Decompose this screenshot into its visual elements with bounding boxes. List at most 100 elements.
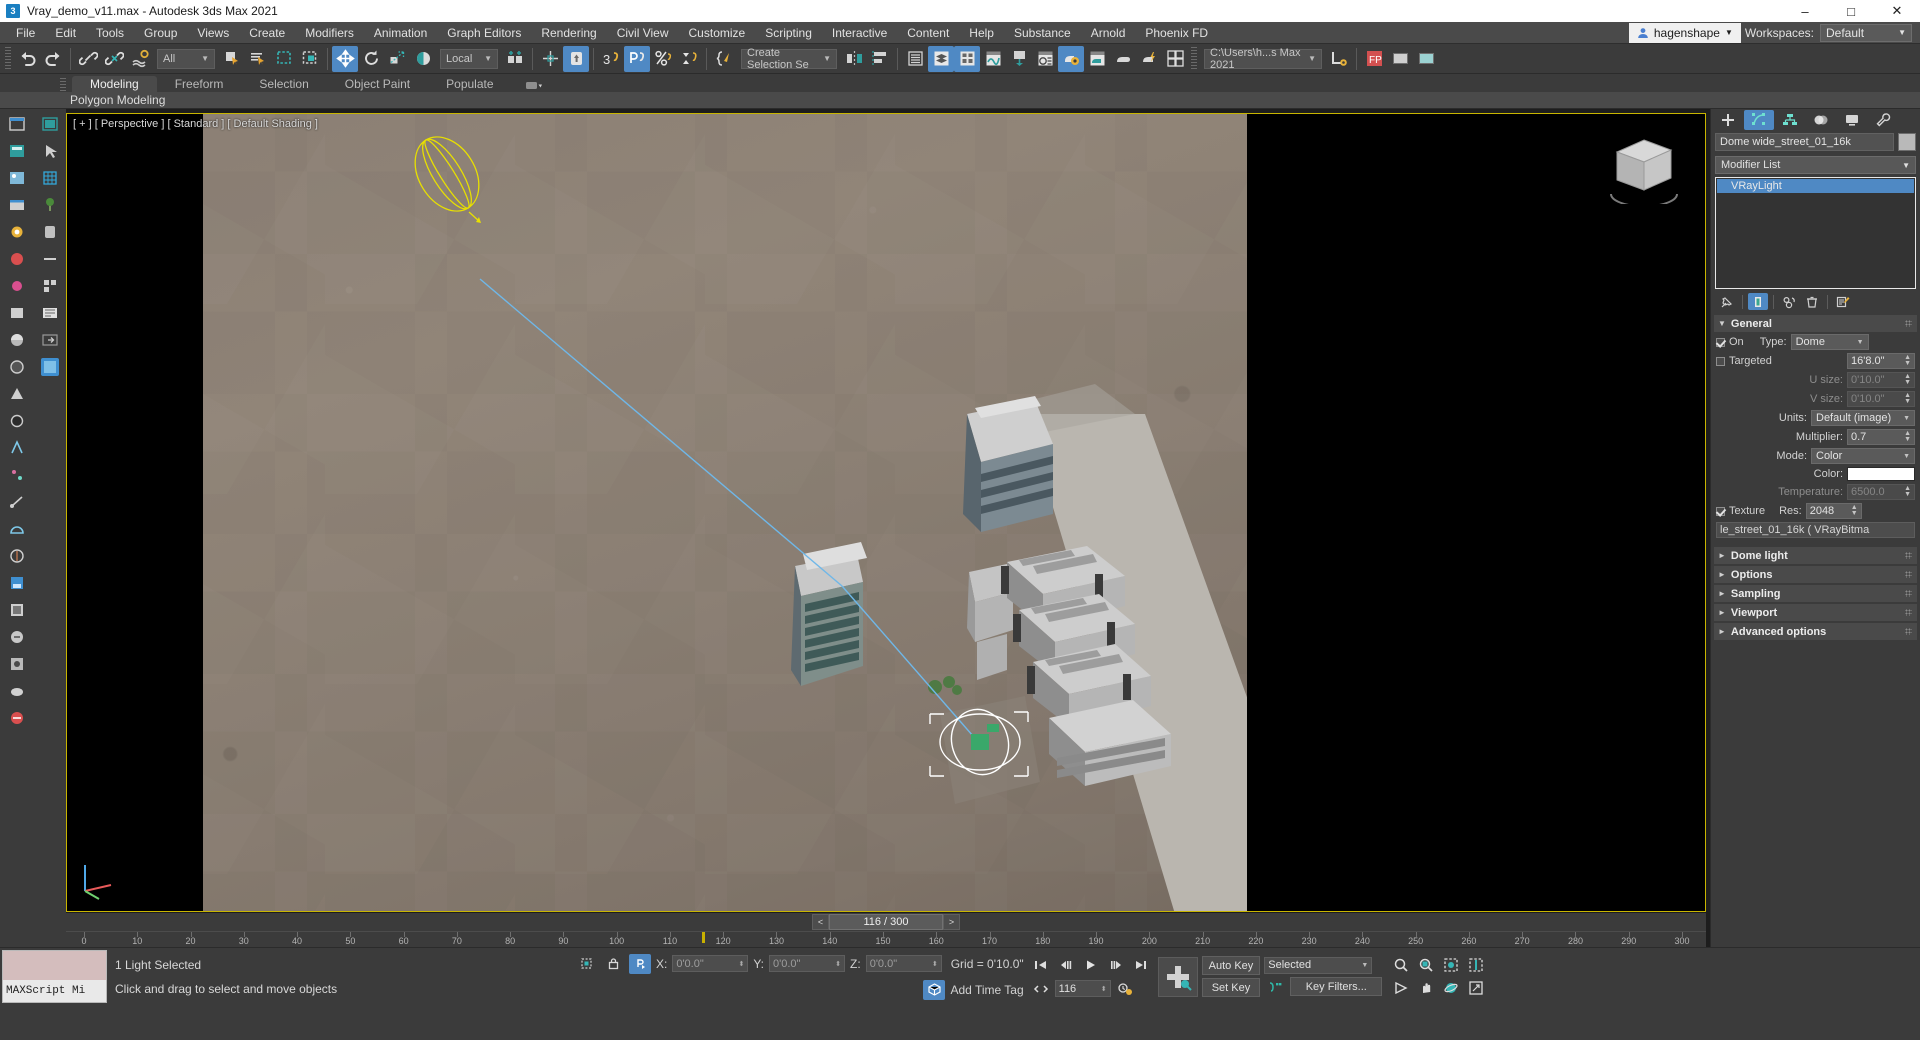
view-cube[interactable] xyxy=(1605,132,1683,204)
close-button[interactable]: ✕ xyxy=(1874,0,1920,22)
vray-fur-icon[interactable] xyxy=(2,597,32,623)
use-pivot-point-center-icon[interactable] xyxy=(502,46,528,72)
rollout-header-viewport[interactable]: ► Viewport xyxy=(1714,604,1917,621)
cylinder-icon[interactable] xyxy=(2,354,32,380)
auto-key-button[interactable]: Auto Key xyxy=(1201,956,1261,975)
protractor-icon[interactable] xyxy=(2,516,32,542)
color-swatch-a-icon[interactable] xyxy=(1387,46,1413,72)
play-animation-icon[interactable] xyxy=(1080,955,1102,975)
create-tab[interactable] xyxy=(1713,110,1743,130)
rollout-header-general[interactable]: ▼ General xyxy=(1714,315,1917,332)
maximize-button[interactable]: □ xyxy=(1828,0,1874,22)
scene-explorer-icon[interactable] xyxy=(928,45,954,72)
viewport-label-plus[interactable]: [ + ] xyxy=(73,118,92,130)
viewport-label-view[interactable]: [ Perspective ] xyxy=(95,118,165,130)
named-selection-set-input[interactable]: Create Selection Se ▼ xyxy=(741,47,837,71)
vray-proxy-icon[interactable] xyxy=(2,570,32,596)
modifier-list-dropdown[interactable]: Modifier List ▼ xyxy=(1715,156,1916,174)
maxscript-mini-listener[interactable]: MAXScript Mi xyxy=(2,950,107,1003)
texture-checkbox[interactable] xyxy=(1716,506,1725,516)
undo-icon[interactable] xyxy=(14,46,40,72)
configure-modifier-sets-icon[interactable] xyxy=(1833,293,1853,310)
texture-map-button[interactable]: le_street_01_16k ( VRayBitma xyxy=(1716,522,1915,538)
color-swatch-b-icon[interactable] xyxy=(1413,46,1439,72)
light-lister-icon[interactable] xyxy=(2,219,32,245)
plants-icon[interactable] xyxy=(35,192,65,218)
max-creation-graph-icon[interactable]: FP xyxy=(1361,46,1387,72)
helix-icon[interactable] xyxy=(2,435,32,461)
percent-snap-toggle-icon[interactable] xyxy=(650,46,676,72)
snapshot-icon[interactable] xyxy=(35,111,65,137)
ribbon-tab-modeling[interactable]: Modeling xyxy=(72,76,157,92)
menu-item-arnold[interactable]: Arnold xyxy=(1081,23,1136,43)
project-folder-select[interactable]: C:\Users\h...s Max 2021 ▼ xyxy=(1204,47,1322,71)
bind-to-space-warp-icon[interactable] xyxy=(127,46,153,72)
sphere-icon[interactable] xyxy=(2,327,32,353)
user-account-menu[interactable]: hagenshape ▼ xyxy=(1628,22,1741,43)
orbit-icon[interactable] xyxy=(1440,978,1462,998)
workspace-select[interactable]: Default ▼ xyxy=(1820,23,1912,42)
object-name-field[interactable]: Dome wide_street_01_16k xyxy=(1715,133,1894,151)
rollout-grip[interactable] xyxy=(1905,320,1912,327)
mirror-icon[interactable] xyxy=(841,46,867,72)
target-distance-spinner[interactable]: 16'8.0" ▲ ▼ xyxy=(1847,353,1915,369)
spinner-arrows-icon[interactable]: ▲ ▼ xyxy=(1904,354,1911,367)
vray-clipper-icon[interactable] xyxy=(2,678,32,704)
hierarchy-tab[interactable] xyxy=(1775,110,1805,130)
rollout-grip[interactable] xyxy=(1905,552,1912,559)
ribbon-options-button[interactable] xyxy=(525,80,542,92)
zoom-extents-all-icon[interactable] xyxy=(1465,955,1487,975)
spinner-arrows-icon[interactable]: ▲ ▼ xyxy=(1904,485,1911,498)
time-configuration-icon[interactable] xyxy=(1114,979,1136,999)
menu-item-tools[interactable]: Tools xyxy=(86,23,134,43)
layer-explorer-icon[interactable] xyxy=(902,46,928,72)
menu-item-rendering[interactable]: Rendering xyxy=(531,23,606,43)
type-select[interactable]: Dome ▼ xyxy=(1790,334,1869,350)
unlink-icon[interactable] xyxy=(101,46,127,72)
key-mode-select[interactable]: Selected ▼ xyxy=(1264,956,1373,974)
display-layer-icon[interactable] xyxy=(2,192,32,218)
maximize-viewport-toggle-icon[interactable] xyxy=(1465,978,1487,998)
rendered-frame-window-icon[interactable] xyxy=(1084,46,1110,72)
on-checkbox[interactable] xyxy=(1716,337,1725,347)
vray-toolbar-icon[interactable] xyxy=(35,354,65,380)
rollout-header-dome-light[interactable]: ► Dome light xyxy=(1714,547,1917,564)
rollout-grip[interactable] xyxy=(1905,628,1912,635)
go-to-start-icon[interactable] xyxy=(1030,955,1052,975)
ribbon-tab-selection[interactable]: Selection xyxy=(241,76,326,92)
menu-item-graph-editors[interactable]: Graph Editors xyxy=(437,23,531,43)
menu-item-create[interactable]: Create xyxy=(239,23,295,43)
open-asset-tracking-icon[interactable] xyxy=(1162,46,1188,72)
res-spinner[interactable]: 2048 ▲ ▼ xyxy=(1805,503,1862,519)
point-icon[interactable] xyxy=(2,462,32,488)
rollout-header-options[interactable]: ► Options xyxy=(1714,566,1917,583)
maxscript-input-field[interactable]: MAXScript Mi xyxy=(3,980,106,1002)
viewport-label-renderer[interactable]: [ Standard ] xyxy=(167,118,224,130)
perspective-viewport[interactable]: [ + ] [ Perspective ] [ Standard ] [ Def… xyxy=(66,113,1706,912)
sun-positioner-icon[interactable] xyxy=(2,273,32,299)
edit-named-selection-sets-icon[interactable] xyxy=(711,46,737,72)
select-by-name-icon[interactable] xyxy=(245,46,271,72)
spinner-arrows-icon[interactable]: ⬍ xyxy=(1101,985,1107,993)
render-frame-icon[interactable] xyxy=(2,165,32,191)
vray-plane-icon[interactable] xyxy=(2,624,32,650)
grid-icon[interactable] xyxy=(35,165,65,191)
zoom-extents-icon[interactable] xyxy=(1440,955,1462,975)
ribbon-tab-object-paint[interactable]: Object Paint xyxy=(327,76,428,92)
set-keys-button[interactable] xyxy=(1157,956,1198,997)
menu-item-modifiers[interactable]: Modifiers xyxy=(295,23,364,43)
compass-icon[interactable] xyxy=(2,543,32,569)
rollout-header-advanced-options[interactable]: ► Advanced options xyxy=(1714,623,1917,640)
light-color-swatch[interactable] xyxy=(1847,467,1915,481)
curve-editor-icon[interactable] xyxy=(980,46,1006,72)
select-and-manipulate-icon[interactable] xyxy=(563,45,589,72)
motion-tab[interactable] xyxy=(1806,110,1836,130)
pin-stack-icon[interactable] xyxy=(1717,293,1737,310)
set-key-button[interactable]: Set Key xyxy=(1201,978,1261,997)
select-and-move-icon[interactable] xyxy=(332,45,358,72)
next-frame-icon[interactable] xyxy=(1105,955,1127,975)
box-icon[interactable] xyxy=(2,300,32,326)
menu-item-help[interactable]: Help xyxy=(959,23,1004,43)
align-icon[interactable] xyxy=(867,46,893,72)
pipe-icon[interactable] xyxy=(35,219,65,245)
